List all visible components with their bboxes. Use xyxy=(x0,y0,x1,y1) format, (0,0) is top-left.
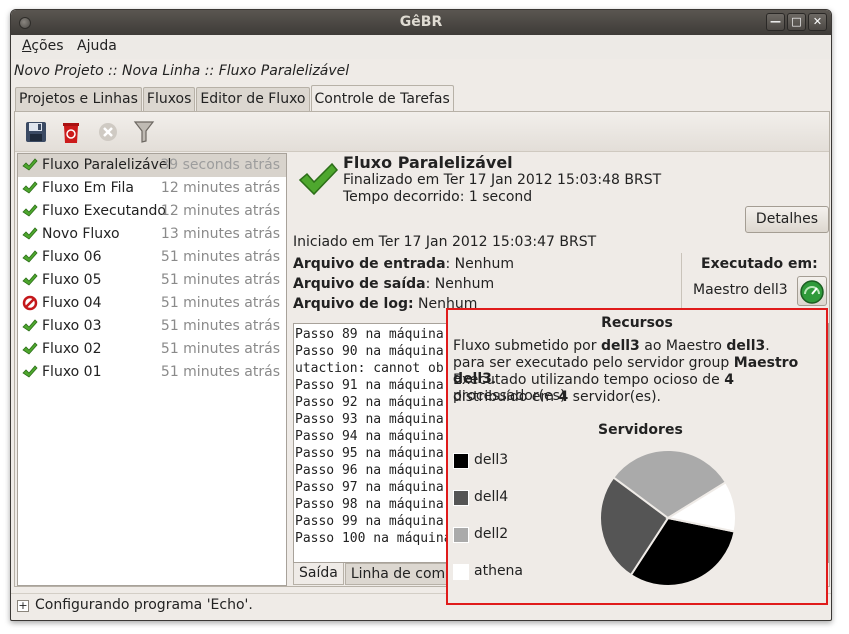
check-icon xyxy=(22,250,38,263)
failed-icon xyxy=(22,295,38,311)
resources-title: Recursos xyxy=(601,315,673,331)
resources-popup: Recursos Fluxo submetido por dell3 ao Ma… xyxy=(446,308,828,605)
job-name: Fluxo 04 xyxy=(42,295,102,311)
job-row[interactable]: Fluxo 04 51 minutes atrás xyxy=(18,292,286,315)
close-button[interactable]: ✕ xyxy=(808,13,827,31)
check-icon xyxy=(22,227,38,240)
toolbar xyxy=(15,112,829,152)
job-name: Novo Fluxo xyxy=(42,226,120,242)
legend-swatch xyxy=(453,490,469,506)
job-name: Fluxo 02 xyxy=(42,341,102,357)
tab-saida[interactable]: Saída xyxy=(293,563,344,585)
job-time: 51 minutes atrás xyxy=(160,364,280,380)
check-icon xyxy=(22,273,38,286)
elapsed-text: Tempo decorrido: 1 second xyxy=(343,189,533,205)
servers-title: Servidores xyxy=(598,422,683,438)
job-time: 51 minutes atrás xyxy=(160,295,280,311)
delete-icon[interactable] xyxy=(58,119,84,145)
tab-fluxos[interactable]: Fluxos xyxy=(142,87,196,112)
job-row[interactable]: Fluxo Paralelizável 39 seconds atrás xyxy=(18,154,286,177)
job-row[interactable]: Fluxo 05 51 minutes atrás xyxy=(18,269,286,292)
output-file-info: Arquivo de saída: Nenhum xyxy=(293,276,495,292)
job-name: Fluxo 05 xyxy=(42,272,102,288)
job-name: Fluxo 03 xyxy=(42,318,102,334)
status-text: Configurando programa 'Echo'. xyxy=(35,597,253,613)
legend-label: athena xyxy=(474,563,524,579)
legend-label: dell3 xyxy=(474,452,509,468)
tab-editor-de-fluxo[interactable]: Editor de Fluxo xyxy=(196,87,310,112)
job-time: 51 minutes atrás xyxy=(160,249,280,265)
job-row[interactable]: Fluxo 01 51 minutes atrás xyxy=(18,361,286,384)
legend-label: dell2 xyxy=(474,526,509,542)
menu-acoes[interactable]: Ações xyxy=(22,38,64,54)
job-row[interactable]: Novo Fluxo 13 minutes atrás xyxy=(18,223,286,246)
job-time: 13 minutes atrás xyxy=(160,226,280,242)
details-button[interactable]: Detalhes xyxy=(745,206,829,233)
job-time: 12 minutes atrás xyxy=(160,203,280,219)
job-time: 51 minutes atrás xyxy=(160,341,280,357)
servers-pie-chart xyxy=(599,449,737,587)
executed-on-label: Executado em: xyxy=(701,256,818,272)
finished-text: Finalizado em Ter 17 Jan 2012 15:03:48 B… xyxy=(343,172,662,188)
expand-icon[interactable]: + xyxy=(17,600,29,612)
maximize-button[interactable]: □ xyxy=(787,13,806,31)
filter-icon[interactable] xyxy=(131,119,157,145)
speedometer-icon xyxy=(800,280,824,304)
window-menu-icon[interactable] xyxy=(19,17,31,29)
job-time: 12 minutes atrás xyxy=(160,180,280,196)
check-icon xyxy=(22,158,38,171)
check-icon xyxy=(22,204,38,217)
cancel-icon[interactable] xyxy=(95,119,121,145)
legend-swatch xyxy=(453,527,469,543)
legend-swatch xyxy=(453,564,469,580)
job-name: Fluxo Em Fila xyxy=(42,180,135,196)
check-icon xyxy=(22,319,38,332)
window-title: GêBR xyxy=(399,14,443,30)
job-row[interactable]: Fluxo Em Fila 12 minutes atrás xyxy=(18,177,286,200)
separator xyxy=(681,253,682,309)
resources-button[interactable] xyxy=(797,276,827,306)
resources-line-4: distribuído em 4 servidor(es). xyxy=(453,389,661,405)
job-time: 51 minutes atrás xyxy=(160,318,280,334)
job-row[interactable]: Fluxo 03 51 minutes atrás xyxy=(18,315,286,338)
legend-swatch xyxy=(453,453,469,469)
job-row[interactable]: Fluxo 06 51 minutes atrás xyxy=(18,246,286,269)
job-row[interactable]: Fluxo Executando 12 minutes atrás xyxy=(18,200,286,223)
job-title: Fluxo Paralelizável xyxy=(343,153,513,172)
check-icon xyxy=(22,342,38,355)
job-name: Fluxo 01 xyxy=(42,364,102,380)
resources-line-1: Fluxo submetido por dell3 ao Maestro del… xyxy=(453,338,770,354)
main-tabs: Projetos e Linhas Fluxos Editor de Fluxo… xyxy=(15,85,455,112)
job-row[interactable]: Fluxo 02 51 minutes atrás xyxy=(18,338,286,361)
job-name: Fluxo Executando xyxy=(42,203,166,219)
legend-label: dell4 xyxy=(474,489,509,505)
job-time: 39 seconds atrás xyxy=(160,157,280,173)
save-icon[interactable] xyxy=(23,119,49,145)
started-text: Iniciado em Ter 17 Jan 2012 15:03:47 BRS… xyxy=(293,234,597,250)
tab-projetos-e-linhas[interactable]: Projetos e Linhas xyxy=(15,87,142,112)
menu-bar: Ações Ajuda xyxy=(11,35,831,59)
job-time: 51 minutes atrás xyxy=(160,272,280,288)
finished-check-icon xyxy=(298,162,339,196)
minimize-button[interactable]: — xyxy=(766,13,785,31)
executed-on-value: Maestro dell3 xyxy=(693,282,788,298)
menu-ajuda[interactable]: Ajuda xyxy=(77,38,117,54)
check-icon xyxy=(22,365,38,378)
job-name: Fluxo Paralelizável xyxy=(42,157,172,173)
job-name: Fluxo 06 xyxy=(42,249,102,265)
tab-controle-de-tarefas[interactable]: Controle de Tarefas xyxy=(310,85,454,112)
job-list: Fluxo Paralelizável 39 seconds atrás Fluxo… xyxy=(17,153,287,586)
title-bar[interactable]: GêBR — □ ✕ xyxy=(11,10,831,35)
check-icon xyxy=(22,181,38,194)
breadcrumb: Novo Projeto :: Nova Linha :: Fluxo Para… xyxy=(14,63,350,79)
input-file-info: Arquivo de entrada: Nenhum xyxy=(293,256,515,272)
